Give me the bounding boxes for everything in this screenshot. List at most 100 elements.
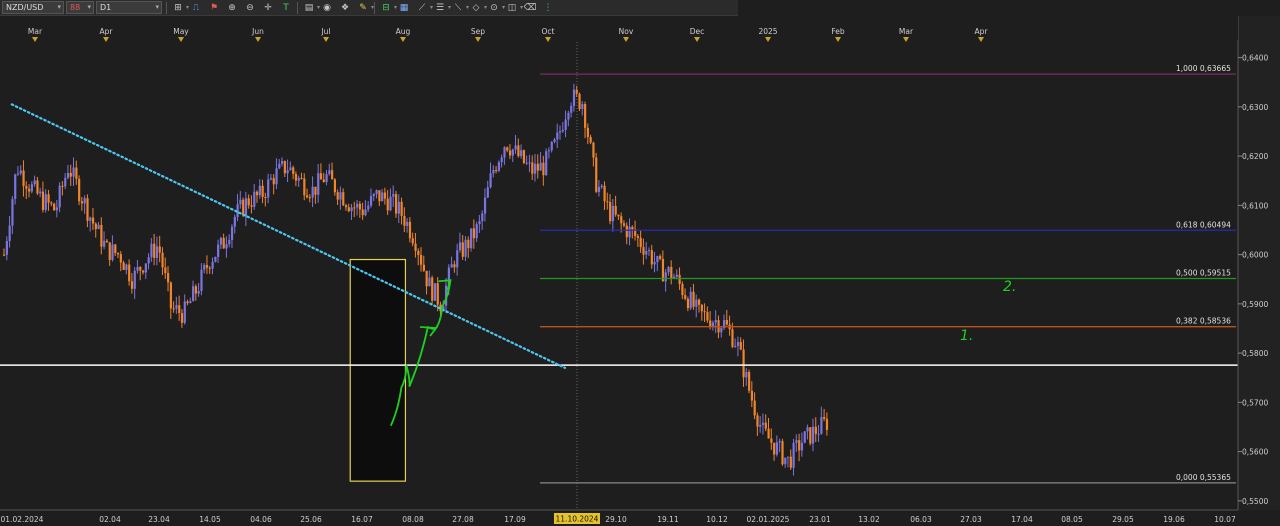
date-label: 08.08 (402, 515, 424, 524)
chart-background (0, 16, 1238, 510)
candle-body (706, 312, 709, 321)
candle-body (703, 311, 706, 313)
candle-body (817, 433, 820, 435)
candle-body (475, 224, 478, 239)
candle-body (342, 192, 345, 206)
candle-body (811, 426, 815, 444)
candle-body (136, 266, 139, 271)
candle-body (420, 254, 423, 265)
month-label: Mar (899, 27, 914, 36)
price-chart[interactable]: 1,000 0,63665 0,618 0,60494 0,500 0,59515 0… (0, 0, 1280, 526)
candle-body (306, 195, 309, 198)
candle-body (47, 194, 50, 203)
candle-body (472, 228, 476, 239)
candle-body (25, 186, 28, 189)
candle-body (720, 328, 723, 333)
candle-body (372, 194, 375, 197)
candle-body (628, 226, 631, 238)
price-tick-label: 0,6400 (1242, 54, 1268, 63)
candle-body (283, 161, 286, 174)
candle-body (497, 162, 501, 171)
candle-body (536, 163, 539, 171)
price-tick-label: 0,5800 (1242, 349, 1268, 358)
candle-body (745, 372, 748, 378)
candle-body (100, 224, 103, 247)
candle-body (814, 426, 817, 434)
candle-body (603, 185, 606, 202)
candle-body (586, 127, 589, 138)
candle-body (664, 272, 667, 282)
candle-body (119, 254, 122, 263)
candle-body (378, 190, 381, 202)
candle-body (495, 169, 498, 171)
candle-body (261, 185, 264, 198)
candle-body (520, 150, 523, 157)
candle-body (353, 207, 356, 209)
candle-body (561, 129, 564, 132)
candle-body (125, 264, 128, 270)
candle-body (169, 282, 172, 309)
candle-body (16, 173, 20, 175)
candle-body (734, 345, 737, 347)
fibonacci-level-label: 0,000 0,55365 (1176, 473, 1231, 482)
candle-body (458, 242, 462, 251)
candle-body (467, 239, 470, 249)
candle-body (592, 142, 595, 158)
candle-body (753, 400, 756, 416)
candle-body (525, 162, 528, 164)
candle-body (178, 305, 181, 314)
candle-body (361, 209, 364, 216)
month-label: Jun (251, 27, 264, 36)
candle-body (695, 299, 698, 307)
candle-body (825, 418, 829, 430)
candle-body (764, 422, 767, 429)
candle-body (667, 267, 670, 273)
candle-body (773, 442, 776, 455)
candle-body (789, 456, 792, 468)
date-label: 14.05 (199, 515, 221, 524)
month-label: Oct (542, 27, 555, 36)
candle-body (142, 270, 145, 273)
candle-body (522, 150, 526, 163)
candle-body (636, 235, 640, 238)
candle-body (225, 244, 228, 249)
candle-body (647, 250, 651, 252)
candle-body (325, 174, 328, 183)
candle-body (406, 221, 409, 226)
date-label: 29.10 (605, 515, 627, 524)
candle-body (144, 263, 147, 273)
candle-body (264, 197, 267, 199)
candle-body (650, 250, 653, 265)
candle-body (33, 180, 36, 185)
candle-body (770, 438, 773, 443)
candle-body (725, 320, 728, 325)
candle-body (358, 203, 362, 210)
candle-body (300, 177, 303, 179)
candle-body (19, 170, 22, 174)
candle-body (631, 226, 634, 230)
candle-body (450, 264, 453, 268)
candle-body (244, 198, 248, 216)
candle-body (778, 441, 781, 443)
date-axis-panel (0, 510, 1280, 526)
consolidation-box (349, 258, 407, 482)
candle-body (386, 198, 389, 211)
candle-body (339, 192, 342, 200)
candle-body (625, 225, 628, 238)
candle-body (203, 264, 206, 270)
candle-body (820, 417, 823, 434)
candle-body (611, 205, 615, 222)
candle-body (155, 246, 159, 258)
candle-body (364, 209, 367, 216)
candle-body (383, 192, 387, 199)
candle-body (617, 214, 620, 217)
candle-body (133, 270, 136, 289)
candle-body (756, 415, 759, 427)
price-axis-panel (1238, 16, 1280, 510)
candle-body (394, 194, 398, 214)
candle-body (461, 242, 464, 257)
fibonacci-level-label: 1,000 0,63665 (1176, 64, 1231, 73)
candle-body (823, 417, 826, 419)
candle-body (645, 251, 648, 255)
candle-body (116, 253, 120, 255)
